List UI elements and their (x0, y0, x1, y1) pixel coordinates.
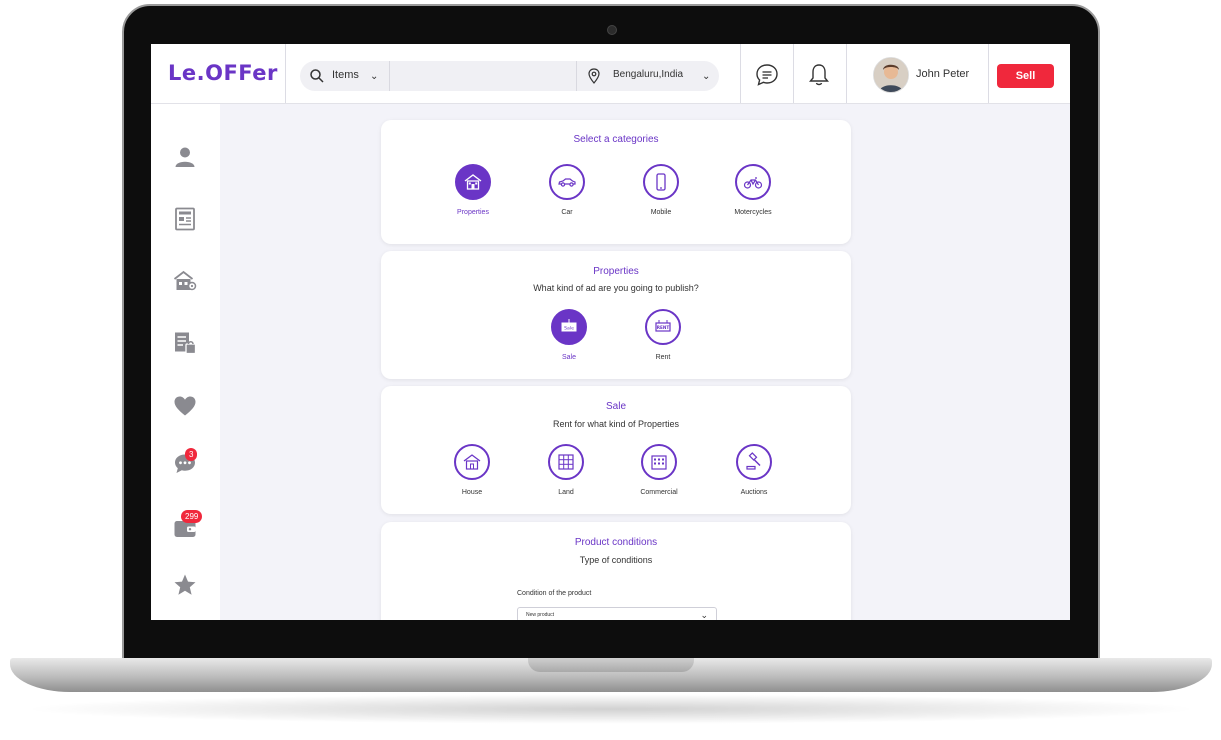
category-label: Car (561, 209, 573, 216)
chevron-down-icon[interactable]: ⌄ (700, 610, 708, 620)
brand-logo[interactable]: Le.OFFer (168, 61, 278, 85)
card-title: Properties (593, 266, 639, 277)
user-icon[interactable] (173, 145, 197, 169)
property-label: House (461, 489, 483, 496)
property-option-auctions[interactable]: Auctions (714, 444, 794, 496)
top-navbar: Le.OFFer Items ⌄ Bengaluru,India ⌄ John … (151, 44, 1070, 104)
house-icon[interactable] (454, 444, 490, 480)
card-title: Sale (605, 401, 626, 412)
condition-select-value: New product (526, 612, 555, 618)
card-subtitle: Rent for what kind of Properties (552, 419, 680, 429)
gavel-icon[interactable] (736, 444, 772, 480)
user-name[interactable]: John Peter (916, 68, 969, 80)
property-option-house[interactable]: House (432, 444, 512, 496)
ad-option-rent[interactable]: RENT Rent (623, 309, 703, 361)
property-label: Auctions (740, 489, 768, 496)
divider (846, 44, 847, 103)
rent-sign-icon[interactable]: RENT (645, 309, 681, 345)
star-icon[interactable] (173, 573, 197, 597)
category-option-motorcycles[interactable]: Motercycles (713, 164, 793, 216)
wallet-badge: 299 (181, 510, 203, 523)
location-select[interactable]: Bengaluru,India (613, 69, 683, 80)
rent-sign-text: RENT (657, 325, 670, 330)
category-option-properties[interactable]: Properties (433, 164, 513, 216)
ad-option-label: Rent (655, 354, 671, 361)
category-label: Mobile (650, 209, 672, 216)
ad-option-sale[interactable]: Sale Sale (529, 309, 609, 361)
land-icon[interactable] (548, 444, 584, 480)
category-option-car[interactable]: Car (527, 164, 607, 216)
card-title: Select a categories (573, 134, 659, 145)
divider (576, 61, 577, 91)
property-label: Land (558, 489, 574, 496)
property-option-land[interactable]: Land (526, 444, 606, 496)
divider (988, 44, 989, 103)
app-screen: Le.OFFer Items ⌄ Bengaluru,India ⌄ John … (151, 44, 1070, 620)
newspaper-icon[interactable] (173, 207, 197, 231)
ad-type-card: Properties What kind of ad are you going… (381, 251, 851, 379)
avatar[interactable] (873, 57, 909, 93)
sell-button[interactable]: Sell (997, 64, 1054, 88)
laptop-notch (528, 658, 694, 672)
location-pin-icon (588, 68, 600, 84)
property-label: Commercial (640, 489, 678, 496)
category-card: Select a categories Properties Car Mobil… (381, 120, 851, 244)
chevron-down-icon[interactable]: ⌄ (702, 71, 710, 82)
card-subtitle: Type of conditions (579, 555, 653, 565)
bell-icon[interactable] (806, 62, 832, 88)
motorcycle-icon[interactable] (735, 164, 771, 200)
category-label: Motercycles (734, 209, 772, 216)
search-category-select[interactable]: Items (332, 69, 359, 81)
property-location-icon[interactable] (173, 269, 197, 293)
listing-bag-icon[interactable] (173, 331, 197, 355)
divider (285, 44, 286, 103)
car-icon[interactable] (549, 164, 585, 200)
card-title: Product conditions (574, 537, 658, 548)
divider (389, 61, 390, 91)
search-bar: Items ⌄ Bengaluru,India ⌄ (300, 61, 719, 91)
divider (740, 44, 741, 103)
category-option-mobile[interactable]: Mobile (621, 164, 701, 216)
search-icon[interactable] (309, 68, 325, 84)
chat-bubble-icon[interactable] (754, 62, 780, 88)
divider (793, 44, 794, 103)
condition-field-label: Condition of the product (517, 590, 592, 597)
sale-sign-text: Sale (564, 325, 574, 331)
conditions-card: Product conditions Type of conditions Co… (381, 522, 851, 620)
condition-select[interactable]: New product ⌄ (517, 607, 717, 620)
sale-sign-icon[interactable]: Sale (551, 309, 587, 345)
webcam (607, 25, 617, 35)
chevron-down-icon[interactable]: ⌄ (370, 71, 378, 82)
house-icon[interactable] (455, 164, 491, 200)
heart-icon[interactable] (173, 394, 197, 418)
laptop-shadow (20, 694, 1202, 724)
building-icon[interactable] (641, 444, 677, 480)
mobile-icon[interactable] (643, 164, 679, 200)
search-input[interactable] (395, 66, 569, 88)
ad-option-label: Sale (561, 354, 576, 361)
property-option-commercial[interactable]: Commercial (619, 444, 699, 496)
category-label: Properties (457, 209, 489, 216)
card-subtitle: What kind of ad are you going to publish… (533, 283, 699, 293)
property-kind-card: Sale Rent for what kind of Properties Ho… (381, 386, 851, 514)
user-photo (874, 58, 908, 92)
sidebar: 3 299 (151, 104, 220, 620)
